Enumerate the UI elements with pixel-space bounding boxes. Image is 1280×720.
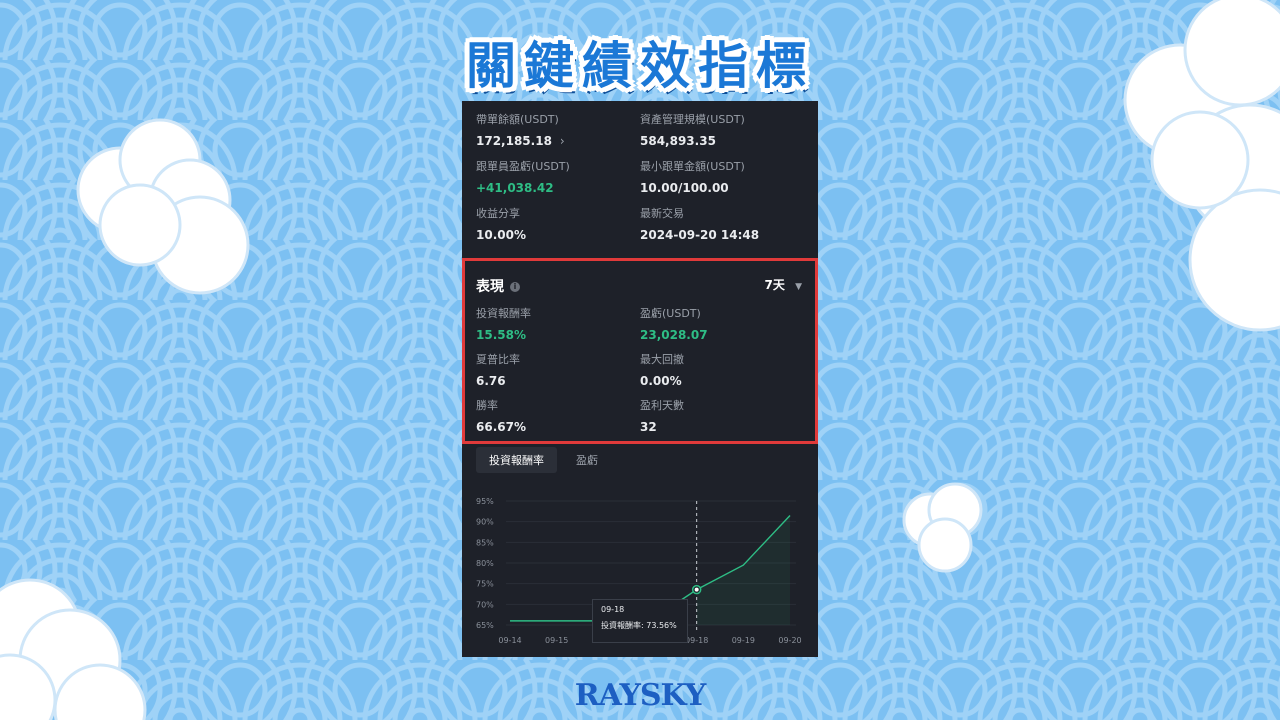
stat-lead-balance[interactable]: 帶單餘額(USDT) 172,185.18 › (476, 111, 565, 148)
metric-label: 勝率 (476, 399, 498, 412)
x-tick-label: 09-15 (545, 636, 568, 645)
stat-value: 2024-09-20 14:48 (640, 228, 760, 242)
brand-logo: RAYSKY (574, 678, 706, 713)
series-area (696, 515, 790, 625)
metric-win-rate: 勝率 66.67% (476, 397, 526, 434)
metric-value: 66.67% (476, 420, 526, 434)
chart-tabs: 投資報酬率 盈虧 (476, 447, 617, 473)
y-tick-label: 95% (476, 497, 494, 506)
x-tick-label: 09-19 (732, 636, 755, 645)
metric-value: 23,028.07 (640, 328, 708, 342)
x-tick-label: 09-20 (778, 636, 801, 645)
metric-sharpe: 夏普比率 6.76 (476, 351, 520, 388)
stat-profit-share: 收益分享 10.00% (476, 205, 526, 242)
tab-roi[interactable]: 投資報酬率 (476, 447, 557, 473)
metric-value: 0.00% (640, 374, 682, 388)
stat-value: +41,038.42 (476, 181, 554, 195)
stat-value: 10.00/100.00 (640, 181, 729, 195)
metric-label: 盈利天數 (640, 399, 684, 412)
tooltip-value: 投資報酬率: 73.56% (601, 621, 677, 630)
stat-label: 最新交易 (640, 207, 684, 220)
period-value: 7天 (764, 278, 785, 292)
metric-value: 15.58% (476, 328, 526, 342)
chevron-right-icon[interactable]: › (560, 134, 565, 148)
metric-profit-days: 盈利天數 32 (640, 397, 684, 434)
stat-label: 帶單餘額(USDT) (476, 113, 559, 126)
tooltip-date: 09-18 (601, 605, 625, 614)
caret-down-icon: ▼ (795, 282, 802, 292)
y-tick-label: 70% (476, 600, 494, 609)
metric-label: 最大回撤 (640, 353, 684, 366)
metric-max-drawdown: 最大回撤 0.00% (640, 351, 684, 388)
stat-label: 資產管理規模(USDT) (640, 113, 745, 126)
y-tick-label: 80% (476, 559, 494, 568)
stat-aum: 資產管理規模(USDT) 584,893.35 (640, 111, 745, 148)
performance-title-text: 表現 (476, 279, 504, 295)
stat-label: 最小跟單金額(USDT) (640, 160, 745, 173)
stat-value: 10.00% (476, 228, 526, 242)
y-tick-label: 90% (476, 518, 494, 527)
x-tick-label: 09-14 (498, 636, 521, 645)
stat-min-copy: 最小跟單金額(USDT) 10.00/100.00 (640, 158, 745, 195)
performance-title: 表現 i (476, 276, 520, 296)
y-tick-label: 75% (476, 580, 494, 589)
period-select[interactable]: 7天 ▼ (765, 276, 802, 293)
chart-tooltip: 09-18 投資報酬率: 73.56% (592, 599, 688, 643)
metric-label: 投資報酬率 (476, 307, 531, 320)
metric-label: 盈虧(USDT) (640, 307, 701, 320)
y-tick-label: 65% (476, 621, 494, 630)
tab-pnl[interactable]: 盈虧 (563, 447, 611, 473)
trader-stats-panel: 帶單餘額(USDT) 172,185.18 › 資產管理規模(USDT) 584,… (462, 101, 818, 657)
metric-value: 32 (640, 420, 657, 434)
metric-value: 6.76 (476, 374, 506, 388)
x-tick-label: 09-18 (685, 636, 708, 645)
metric-pnl: 盈虧(USDT) 23,028.07 (640, 305, 708, 342)
info-icon[interactable]: i (510, 282, 520, 292)
stat-label: 收益分享 (476, 207, 520, 220)
stat-value: 172,185.18 (476, 134, 552, 148)
stat-follower-pnl: 跟單員盈虧(USDT) +41,038.42 (476, 158, 570, 195)
y-tick-label: 85% (476, 538, 494, 547)
stat-value: 584,893.35 (640, 134, 716, 148)
stat-latest-trade: 最新交易 2024-09-20 14:48 (640, 205, 759, 242)
stat-label: 跟單員盈虧(USDT) (476, 160, 570, 173)
metric-roi: 投資報酬率 15.58% (476, 305, 531, 342)
data-point-center (694, 587, 699, 592)
metric-label: 夏普比率 (476, 353, 520, 366)
page-headline: 關鍵績效指標 (466, 37, 814, 95)
